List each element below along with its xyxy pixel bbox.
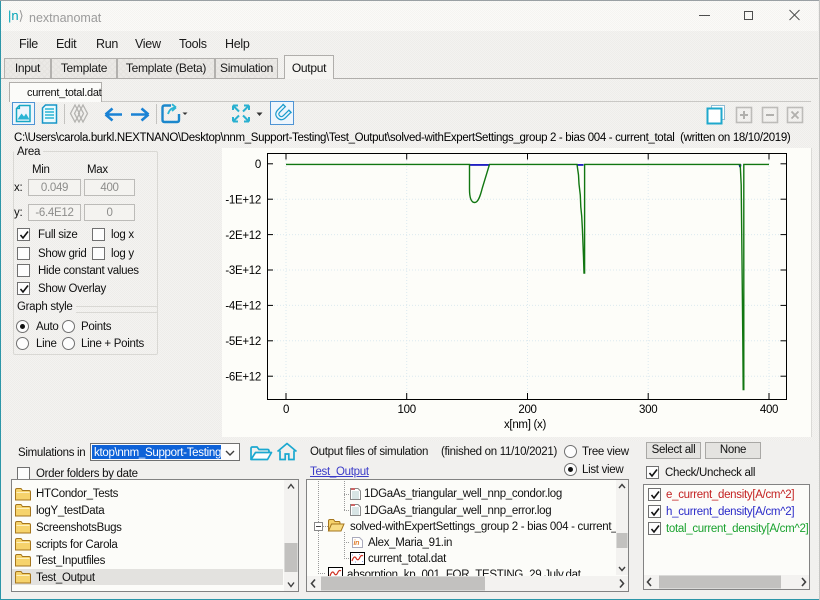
- svg-text:-6E+12: -6E+12: [225, 371, 261, 383]
- svg-text:-4E+12: -4E+12: [225, 301, 261, 313]
- svg-text:-5E+12: -5E+12: [225, 336, 261, 348]
- svg-text:300: 300: [639, 404, 657, 416]
- svg-text:400: 400: [760, 404, 778, 416]
- svg-text:200: 200: [518, 404, 536, 416]
- svg-text:0: 0: [283, 404, 289, 416]
- svg-text:-2E+12: -2E+12: [225, 230, 261, 242]
- svg-text:x[nm] (x): x[nm] (x): [504, 419, 546, 431]
- svg-text:-1E+12: -1E+12: [225, 194, 261, 206]
- svg-text:100: 100: [398, 404, 416, 416]
- svg-text:0: 0: [255, 159, 261, 171]
- svg-text:in: in: [354, 540, 360, 547]
- svg-text:-3E+12: -3E+12: [225, 265, 261, 277]
